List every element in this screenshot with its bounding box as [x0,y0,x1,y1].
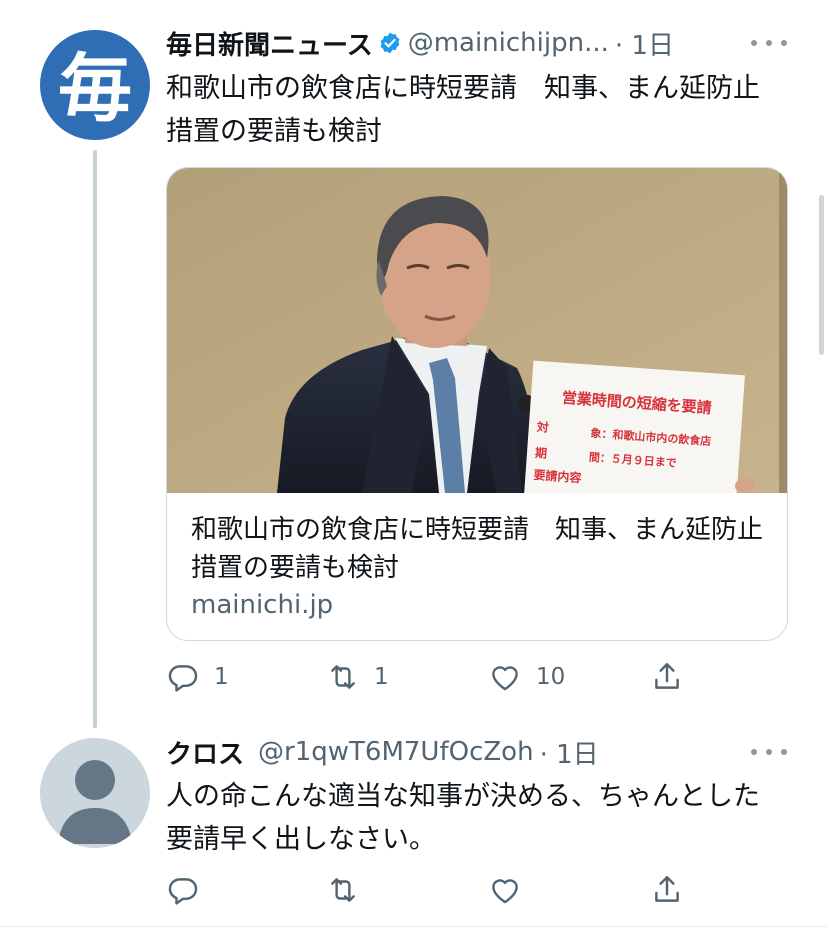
tweet-actions [166,870,706,910]
more-icon[interactable] [751,742,787,762]
scrollbar[interactable] [819,195,824,355]
avatar-default[interactable] [40,738,150,848]
avatar-logo-text: 毎 [58,46,132,132]
retweet-button[interactable] [326,870,374,910]
handle[interactable]: @r1qwT6M7UfOcZoh [258,737,534,767]
sign-row2-label: 期 [535,445,548,461]
more-icon[interactable] [751,33,787,53]
retweet-icon [331,665,355,689]
timestamp[interactable]: · 1日 [540,734,599,771]
reply-button[interactable]: 1 [166,657,229,697]
display-name[interactable]: クロス [166,734,244,771]
reply-icon [168,665,198,692]
share-button[interactable] [650,657,684,697]
thread-connector-line [93,150,97,728]
retweet-count: 1 [374,664,389,690]
like-icon [492,666,518,691]
like-button[interactable]: 10 [488,657,565,697]
timestamp[interactable]: · 1日 [615,25,674,62]
retweet-icon [331,878,355,902]
card-title: 和歌山市の飲食店に時短要請 知事、まん延防止措置の要請も検討 [191,515,764,583]
like-button[interactable] [488,870,536,910]
like-count: 10 [536,664,566,690]
reply-button[interactable] [166,870,214,910]
card-photo: 営業時間の短縮を要請 対 象：和歌山市内の飲食店 期 間：５月９日まで 要請内容 [167,168,787,526]
reply-count: 1 [214,664,229,690]
share-button[interactable] [650,870,684,910]
tweet-text: 人の命こんな適当な知事が決める、ちゃんとした要請早く出しなさい。 [166,781,760,855]
display-name[interactable]: 毎日新聞ニュース [166,25,373,62]
link-card[interactable]: 営業時間の短縮を要請 対 象：和歌山市内の飲食店 期 間：５月９日まで 要請内容… [166,167,788,641]
verified-badge-icon [378,31,402,55]
tweet-header: 毎日新聞ニュース @mainichijpn... · 1日 [166,25,674,62]
card-domain: mainichi.jp [191,590,334,620]
retweet-button[interactable]: 1 [326,657,389,697]
handle[interactable]: @mainichijpn... [408,28,609,58]
bottom-divider [0,926,827,927]
avatar-mainichi[interactable]: 毎 [40,30,150,140]
reply-icon [168,878,198,905]
sign-row1-label: 対 [535,419,549,435]
tweet-text: 和歌山市の飲食店に時短要請 知事、まん延防止措置の要請も検討 [166,73,760,147]
default-avatar-icon [58,760,132,844]
share-icon [655,663,679,689]
tweet-header: クロス @r1qwT6M7UfOcZoh · 1日 [166,734,599,771]
share-icon [655,876,679,902]
tweet-actions: 1 1 10 [166,657,706,697]
like-icon [492,879,518,904]
